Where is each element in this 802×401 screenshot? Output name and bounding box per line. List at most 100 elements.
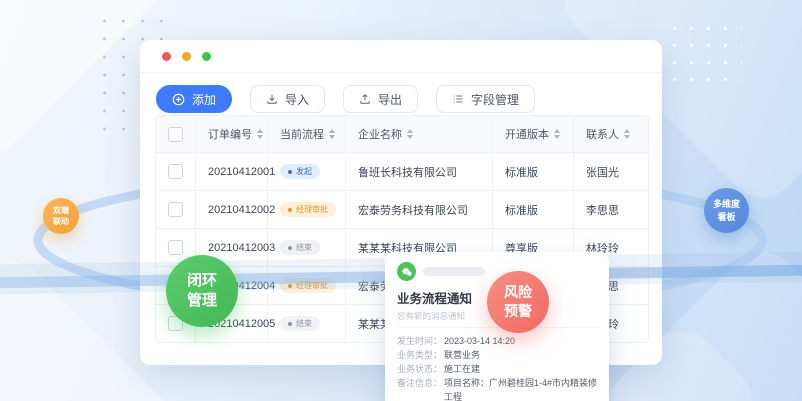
header-version-label: 开通版本 xyxy=(505,126,549,142)
row-checkbox-cell xyxy=(156,267,196,304)
add-button-label: 添加 xyxy=(192,91,216,108)
row-checkbox[interactable] xyxy=(168,240,183,255)
notification-subtitle: 您有新的消息通知 xyxy=(397,310,597,328)
notification-remark: 备注信息： 项目名称：广州碧桂园1-4#市内精装修工程 合同名称：广州碧桂园1-… xyxy=(397,376,597,401)
row-current-flow: 经理审批 xyxy=(268,191,346,228)
version-value: 标准版 xyxy=(505,202,538,218)
table-row[interactable]: 20210412002 经理审批 宏泰劳务科技有限公司 标准版 李思思 xyxy=(156,191,648,229)
header-order-number: 订单编号 xyxy=(196,116,268,152)
order-number-value: 20210412003 xyxy=(208,242,275,254)
import-button[interactable]: 导入 xyxy=(250,85,325,113)
field-label: 业务状态： xyxy=(397,362,444,376)
field-value: 联营业务 xyxy=(444,348,597,362)
status-badge: 经理审批 xyxy=(280,278,336,293)
row-contact: 李思思 xyxy=(574,191,648,228)
row-checkbox[interactable] xyxy=(168,316,183,331)
sort-icon[interactable] xyxy=(624,129,630,139)
row-checkbox[interactable] xyxy=(168,278,183,293)
sort-icon[interactable] xyxy=(257,129,263,139)
sort-icon[interactable] xyxy=(407,129,413,139)
sort-icon[interactable] xyxy=(329,129,335,139)
window-close-button[interactable] xyxy=(162,52,171,61)
row-current-flow: 结束 xyxy=(268,305,346,342)
field-label: 备注信息： xyxy=(397,376,444,401)
row-current-flow: 结束 xyxy=(268,229,346,266)
window-titlebar xyxy=(140,40,662,73)
field-value: 施工在建 xyxy=(444,362,597,376)
table-row[interactable]: 20210412001 发起 鲁班长科技有限公司 标准版 张国光 xyxy=(156,153,648,191)
row-checkbox-cell xyxy=(156,305,196,342)
row-checkbox[interactable] xyxy=(168,202,183,217)
status-badge: 发起 xyxy=(280,164,320,179)
row-order-number: 20210412001 xyxy=(196,153,268,190)
row-checkbox-cell xyxy=(156,191,196,228)
header-checkbox-cell xyxy=(156,116,196,152)
add-button[interactable]: 添加 xyxy=(156,85,232,113)
marketing-scene: 添加 导入 导出 xyxy=(0,0,802,401)
sender-pill-placeholder xyxy=(423,267,485,276)
row-company-name: 宏泰劳务科技有限公司 xyxy=(346,191,493,228)
field-manage-button-label: 字段管理 xyxy=(471,91,519,108)
header-company-name-label: 企业名称 xyxy=(358,126,402,142)
header-order-number-label: 订单编号 xyxy=(208,126,252,142)
feature-badge-text: 双端 xyxy=(53,205,69,216)
row-order-number: 20210412005 xyxy=(196,305,268,342)
wechat-icon xyxy=(397,262,416,281)
header-current-flow-label: 当前流程 xyxy=(280,126,324,142)
version-value: 标准版 xyxy=(505,164,538,180)
remark-lines: 项目名称：广州碧桂园1-4#市内精装修工程 合同名称：广州碧桂园1-4#市内精装… xyxy=(444,376,597,401)
dot-grid-top-right xyxy=(666,20,742,92)
feature-badge-dual-link: 双端 联动 xyxy=(43,198,79,234)
export-button-label: 导出 xyxy=(378,91,402,108)
field-manage-button[interactable]: 字段管理 xyxy=(436,85,535,113)
window-minimize-button[interactable] xyxy=(182,52,191,61)
remark-line: 项目名称：广州碧桂园1-4#市内精装修工程 xyxy=(444,376,597,401)
window-zoom-button[interactable] xyxy=(202,52,211,61)
company-name-value: 鲁班长科技有限公司 xyxy=(358,164,457,180)
feature-badge-multi-board: 多维度 看板 xyxy=(704,188,749,233)
notification-field: 业务类型： 联营业务 xyxy=(397,348,597,362)
notification-field: 业务状态： 施工在建 xyxy=(397,362,597,376)
plus-circle-icon xyxy=(172,93,185,106)
status-badge: 结束 xyxy=(280,316,320,331)
order-number-value: 20210412005 xyxy=(208,318,275,330)
row-contact: 张国光 xyxy=(574,153,648,190)
order-number-value: 20210412004 xyxy=(208,280,275,292)
company-name-value: 宏泰劳务科技有限公司 xyxy=(358,202,468,218)
row-company-name: 鲁班长科技有限公司 xyxy=(346,153,493,190)
header-contact-label: 联系人 xyxy=(586,126,619,142)
field-label: 发生时间： xyxy=(397,334,444,348)
export-button[interactable]: 导出 xyxy=(343,85,418,113)
row-current-flow: 发起 xyxy=(268,153,346,190)
row-version: 标准版 xyxy=(493,191,574,228)
notification-header xyxy=(397,262,597,281)
row-current-flow: 经理审批 xyxy=(268,267,346,304)
notification-field: 发生时间： 2023-03-14 14:20 xyxy=(397,334,597,348)
import-button-label: 导入 xyxy=(285,91,309,108)
row-checkbox[interactable] xyxy=(168,164,183,179)
notification-card: 业务流程通知 您有新的消息通知 发生时间： 2023-03-14 14:20 业… xyxy=(385,252,609,401)
field-label: 业务类型： xyxy=(397,348,444,362)
feature-badge-text: 看板 xyxy=(717,211,735,224)
field-value: 2023-03-14 14:20 xyxy=(444,334,597,348)
contact-value: 张国光 xyxy=(586,164,619,180)
status-badge: 结束 xyxy=(280,240,320,255)
notification-body: 发生时间： 2023-03-14 14:20 业务类型： 联营业务 业务状态： … xyxy=(397,334,597,401)
header-version: 开通版本 xyxy=(493,116,574,152)
table-header-row: 订单编号 当前流程 企业名称 开通版本 联系人 xyxy=(156,116,648,153)
row-version: 标准版 xyxy=(493,153,574,190)
export-upload-icon xyxy=(359,93,371,105)
toolbar: 添加 导入 导出 xyxy=(140,73,662,113)
import-download-icon xyxy=(266,93,278,105)
header-contact: 联系人 xyxy=(574,116,648,152)
row-checkbox-cell xyxy=(156,153,196,190)
contact-value: 李思思 xyxy=(586,202,619,218)
row-checkbox-cell xyxy=(156,229,196,266)
row-order-number: 20210412002 xyxy=(196,191,268,228)
feature-badge-text: 联动 xyxy=(53,216,69,227)
list-icon xyxy=(452,93,464,105)
sort-icon[interactable] xyxy=(554,129,560,139)
status-badge: 经理审批 xyxy=(280,202,336,217)
header-company-name: 企业名称 xyxy=(346,116,493,152)
select-all-checkbox[interactable] xyxy=(168,127,183,142)
